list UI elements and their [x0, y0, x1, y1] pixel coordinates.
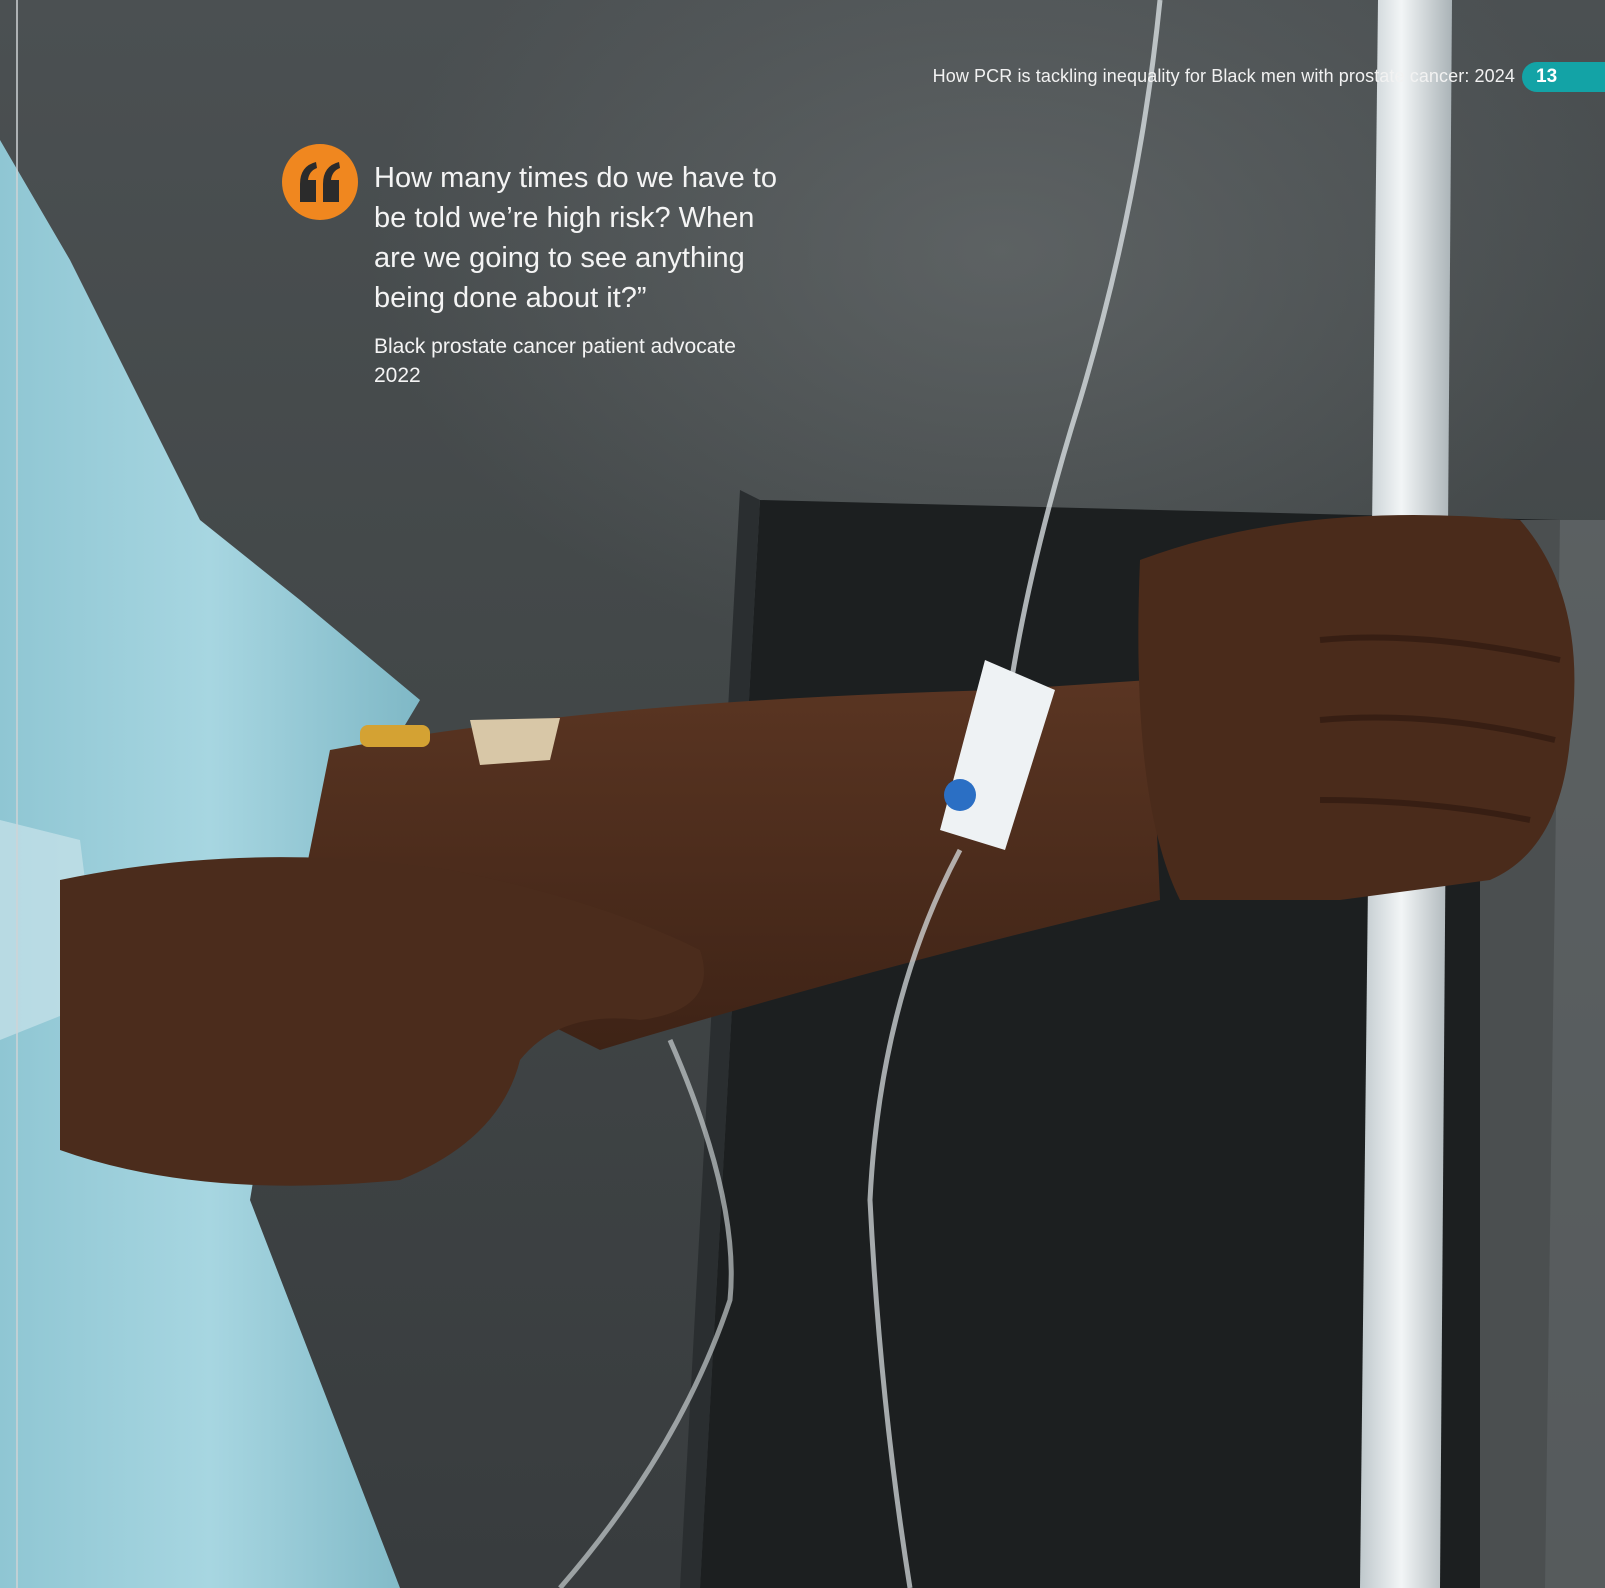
quote-attribution-role: Black prostate cancer patient advocate: [374, 335, 736, 358]
quote-attribution: Black prostate cancer patient advocate 2…: [374, 332, 794, 390]
page-number: 13: [1536, 66, 1558, 87]
running-header-title: How PCR is tackling inequality for Black…: [932, 66, 1515, 86]
quote-mark-icon: [282, 144, 358, 220]
pull-quote-text: How many times do we have to be told we’…: [374, 162, 777, 314]
page-number-tab: 13: [1522, 62, 1605, 92]
quote-attribution-year: 2022: [374, 364, 421, 387]
report-page: How PCR is tackling inequality for Black…: [0, 0, 1605, 1588]
background-photo: [0, 0, 1605, 1588]
page-margin-rule: [16, 0, 18, 1588]
